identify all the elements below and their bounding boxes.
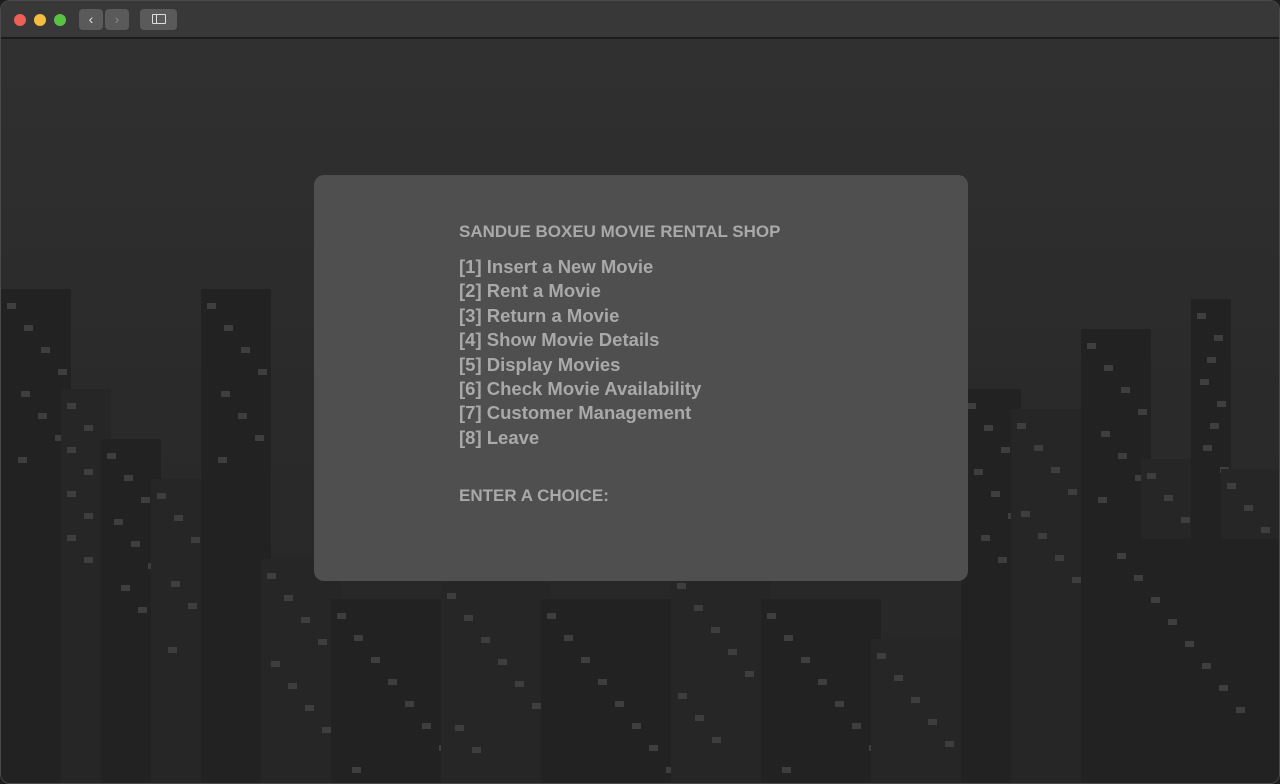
menu-item-return-movie[interactable]: [3] Return a Movie — [459, 304, 701, 328]
forward-button[interactable]: › — [105, 9, 129, 30]
menu-list: [1] Insert a New Movie [2] Rent a Movie … — [459, 255, 701, 450]
building-silhouette — [331, 599, 451, 783]
sidebar-toggle-button[interactable] — [140, 9, 177, 30]
menu-item-check-availability[interactable]: [6] Check Movie Availability — [459, 377, 701, 401]
menu-panel: SANDUE BOXEU MOVIE RENTAL SHOP [1] Inser… — [314, 175, 968, 581]
building-silhouette — [441, 579, 551, 783]
browser-window: ‹ › SANDUE BOXEU MOVIE RENTAL SHOP [1] I… — [0, 0, 1280, 784]
menu-item-insert-movie[interactable]: [1] Insert a New Movie — [459, 255, 701, 279]
menu-item-display-movies[interactable]: [5] Display Movies — [459, 353, 701, 377]
menu-item-leave[interactable]: [8] Leave — [459, 426, 701, 450]
menu-item-rent-movie[interactable]: [2] Rent a Movie — [459, 279, 701, 303]
minimize-button[interactable] — [34, 14, 46, 26]
zoom-button[interactable] — [54, 14, 66, 26]
building-silhouette — [1111, 539, 1279, 783]
choice-prompt[interactable]: ENTER A CHOICE: — [459, 486, 609, 506]
building-silhouette — [671, 569, 771, 783]
menu-item-customer-management[interactable]: [7] Customer Management — [459, 401, 701, 425]
chevron-right-icon: › — [114, 11, 120, 27]
page-content: SANDUE BOXEU MOVIE RENTAL SHOP [1] Inser… — [1, 39, 1279, 783]
building-silhouette — [761, 599, 881, 783]
building-silhouette — [1011, 409, 1091, 783]
building-silhouette — [541, 599, 681, 783]
back-button[interactable]: ‹ — [79, 9, 103, 30]
menu-item-show-details[interactable]: [4] Show Movie Details — [459, 328, 701, 352]
chevron-left-icon: ‹ — [88, 11, 94, 27]
sidebar-icon — [151, 14, 166, 24]
shop-title: SANDUE BOXEU MOVIE RENTAL SHOP — [459, 222, 781, 241]
close-button[interactable] — [14, 14, 26, 26]
building-silhouette — [261, 559, 341, 783]
title-bar: ‹ › — [1, 1, 1279, 38]
